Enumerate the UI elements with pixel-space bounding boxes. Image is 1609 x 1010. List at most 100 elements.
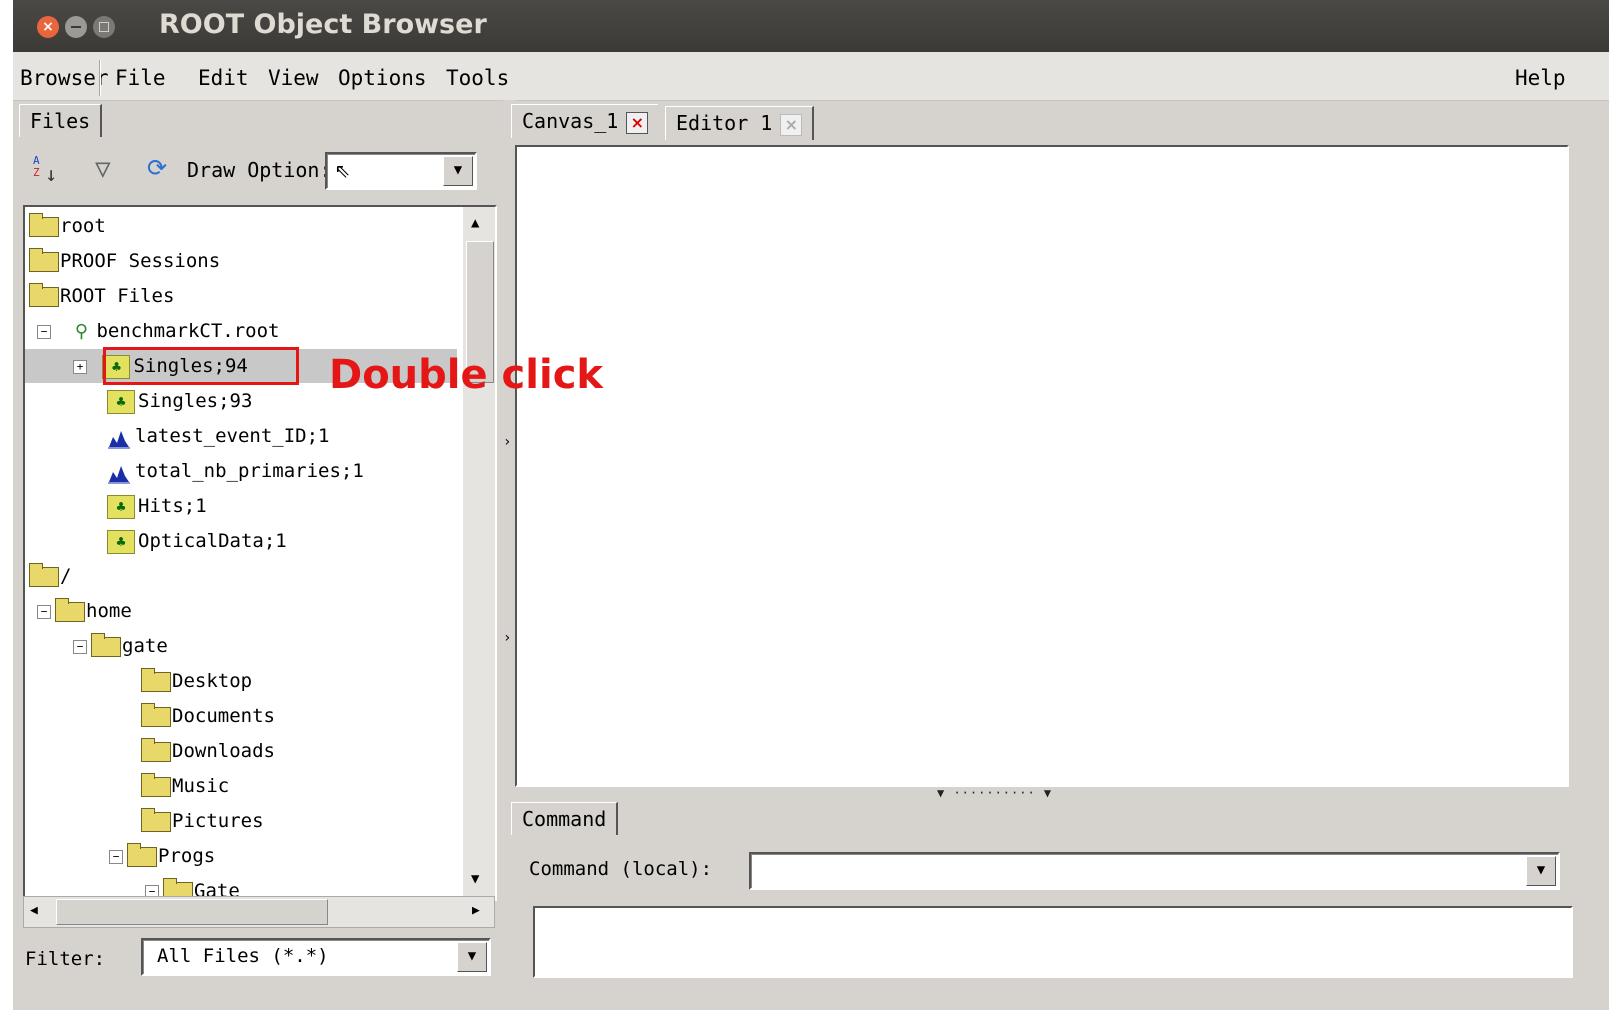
expand-icon[interactable]: + — [73, 359, 87, 374]
window-title: ROOT Object Browser — [159, 9, 487, 40]
scroll-down-icon[interactable]: ▼ — [471, 871, 479, 887]
draw-option-label: Draw Option: — [187, 158, 332, 182]
tree-item-label: / — [60, 565, 72, 587]
close-tab-icon[interactable]: × — [626, 111, 649, 134]
tree-item-label: Singles;93 — [138, 390, 253, 412]
chevron-down-icon[interactable]: ▼ — [1526, 856, 1556, 886]
tree-item-label: home — [86, 600, 132, 622]
tree-item-label: Progs — [158, 845, 216, 867]
tree-item-opticaldata[interactable]: ♣ OpticalData;1 — [107, 524, 287, 558]
splitter-arrow-icon[interactable]: › — [503, 630, 511, 646]
histogram-icon — [107, 461, 131, 483]
menu-options[interactable]: Options — [338, 66, 427, 90]
tab-editor-1[interactable]: Editor 1 × — [665, 106, 815, 140]
folder-icon — [29, 212, 59, 237]
close-window-button[interactable]: × — [37, 16, 59, 38]
tree-horizontal-scrollbar[interactable]: ◀ ▶ — [23, 896, 495, 928]
tab-command[interactable]: Command — [511, 802, 619, 835]
folder-open-icon — [91, 632, 121, 657]
tree-icon: ♣ — [107, 494, 135, 519]
tab-label: Editor 1 — [676, 111, 773, 135]
tree-item-label: Pictures — [172, 810, 264, 832]
collapse-icon[interactable]: − — [37, 604, 51, 619]
tree-item-documents[interactable]: Documents — [141, 699, 275, 733]
filter-label: Filter: — [25, 948, 106, 970]
folder-icon — [141, 772, 171, 797]
collapse-icon[interactable]: − — [73, 639, 87, 654]
mouse-pointer-icon: ⇖ — [335, 154, 351, 184]
folder-icon — [141, 702, 171, 727]
menu-help[interactable]: Help — [1515, 66, 1566, 90]
folder-icon — [141, 737, 171, 762]
annotation-highlight-box — [103, 347, 299, 385]
histogram-icon — [107, 426, 131, 448]
title-bar: × ROOT Object Browser — [13, 0, 1609, 52]
chevron-down-icon[interactable]: ▼ — [443, 156, 473, 186]
tree-item-label: Hits;1 — [138, 495, 207, 517]
tree-item-music[interactable]: Music — [141, 769, 229, 803]
scroll-right-icon[interactable]: ▶ — [472, 903, 480, 918]
folder-icon — [29, 247, 59, 272]
file-tree: root PROOF Sessions ROOT Files − ⚲ benchm… — [23, 205, 497, 901]
menu-edit[interactable]: Edit — [198, 66, 249, 90]
horizontal-splitter[interactable]: ▼ ·········· ▼ — [937, 786, 1052, 800]
tree-item-singles-93[interactable]: ♣ Singles;93 — [107, 384, 252, 418]
command-input[interactable]: ▼ — [749, 852, 1560, 890]
tree-item-label: total_nb_primaries;1 — [135, 460, 364, 482]
folder-open-icon — [29, 562, 59, 587]
tree-item-home[interactable]: − home — [37, 594, 132, 628]
tree-item-label: latest_event_ID;1 — [135, 425, 330, 447]
tree-item-label: Downloads — [172, 740, 275, 762]
tree-item-slash[interactable]: / — [29, 559, 71, 593]
filter-value: All Files (*.*) — [157, 945, 329, 967]
tree-item-label: Desktop — [172, 670, 253, 692]
tree-item-label: Documents — [172, 705, 275, 727]
menu-browser[interactable]: Browser — [20, 66, 109, 90]
scrollbar-thumb[interactable] — [56, 899, 328, 925]
tab-label: Canvas_1 — [522, 109, 619, 133]
tree-icon: ♣ — [107, 529, 135, 554]
folder-icon — [141, 807, 171, 832]
tree-item-hits[interactable]: ♣ Hits;1 — [107, 489, 207, 523]
tree-item-root-files[interactable]: ROOT Files — [29, 279, 174, 313]
maximize-window-button[interactable] — [93, 16, 115, 38]
canvas-area[interactable] — [515, 145, 1569, 787]
tree-item-benchmarkct[interactable]: − ⚲ benchmarkCT.root — [37, 314, 279, 348]
command-label: Command (local): — [529, 858, 713, 880]
tree-item-downloads[interactable]: Downloads — [141, 734, 275, 768]
tree-item-progs[interactable]: − Progs — [109, 839, 215, 873]
refresh-icon[interactable]: ⟳ — [147, 154, 167, 182]
scroll-left-icon[interactable]: ◀ — [30, 903, 38, 918]
tree-item-total-nb-primaries[interactable]: total_nb_primaries;1 — [107, 454, 364, 488]
folder-open-icon — [127, 842, 157, 867]
filter-funnel-icon[interactable]: ▽ — [95, 154, 111, 184]
tree-item-proof-sessions[interactable]: PROOF Sessions — [29, 244, 220, 278]
scroll-up-icon[interactable]: ▲ — [471, 215, 479, 231]
tree-item-root[interactable]: root — [29, 209, 106, 243]
menu-tools[interactable]: Tools — [446, 66, 509, 90]
tree-item-label: benchmarkCT.root — [96, 320, 280, 342]
root-file-icon: ⚲ — [74, 320, 89, 342]
menu-view[interactable]: View — [268, 66, 319, 90]
tree-item-pictures[interactable]: Pictures — [141, 804, 264, 838]
command-output — [533, 906, 1573, 978]
tree-item-latest-event-id[interactable]: latest_event_ID;1 — [107, 419, 329, 453]
tree-item-label: Music — [172, 775, 230, 797]
tree-item-desktop[interactable]: Desktop — [141, 664, 252, 698]
tree-vertical-scrollbar[interactable]: ▲ ▼ — [463, 207, 495, 899]
tree-icon: ♣ — [107, 389, 135, 414]
menu-bar: Browser File Edit View Options Tools Hel… — [13, 52, 1609, 101]
tree-item-gate[interactable]: − gate — [73, 629, 168, 663]
chevron-down-icon[interactable]: ▼ — [457, 942, 487, 972]
splitter-arrow-icon[interactable]: › — [503, 434, 511, 450]
collapse-icon[interactable]: − — [37, 324, 51, 339]
collapse-icon[interactable]: − — [109, 849, 123, 864]
draw-option-select[interactable]: ⇖ ▼ — [325, 152, 477, 190]
tab-files[interactable]: Files — [19, 104, 103, 137]
minimize-window-button[interactable] — [65, 16, 87, 38]
menu-file[interactable]: File — [115, 66, 166, 90]
tab-canvas-1[interactable]: Canvas_1 × — [511, 104, 659, 138]
filter-select[interactable]: All Files (*.*) ▼ — [141, 938, 491, 976]
close-tab-icon: × — [780, 113, 803, 136]
folder-icon — [141, 667, 171, 692]
